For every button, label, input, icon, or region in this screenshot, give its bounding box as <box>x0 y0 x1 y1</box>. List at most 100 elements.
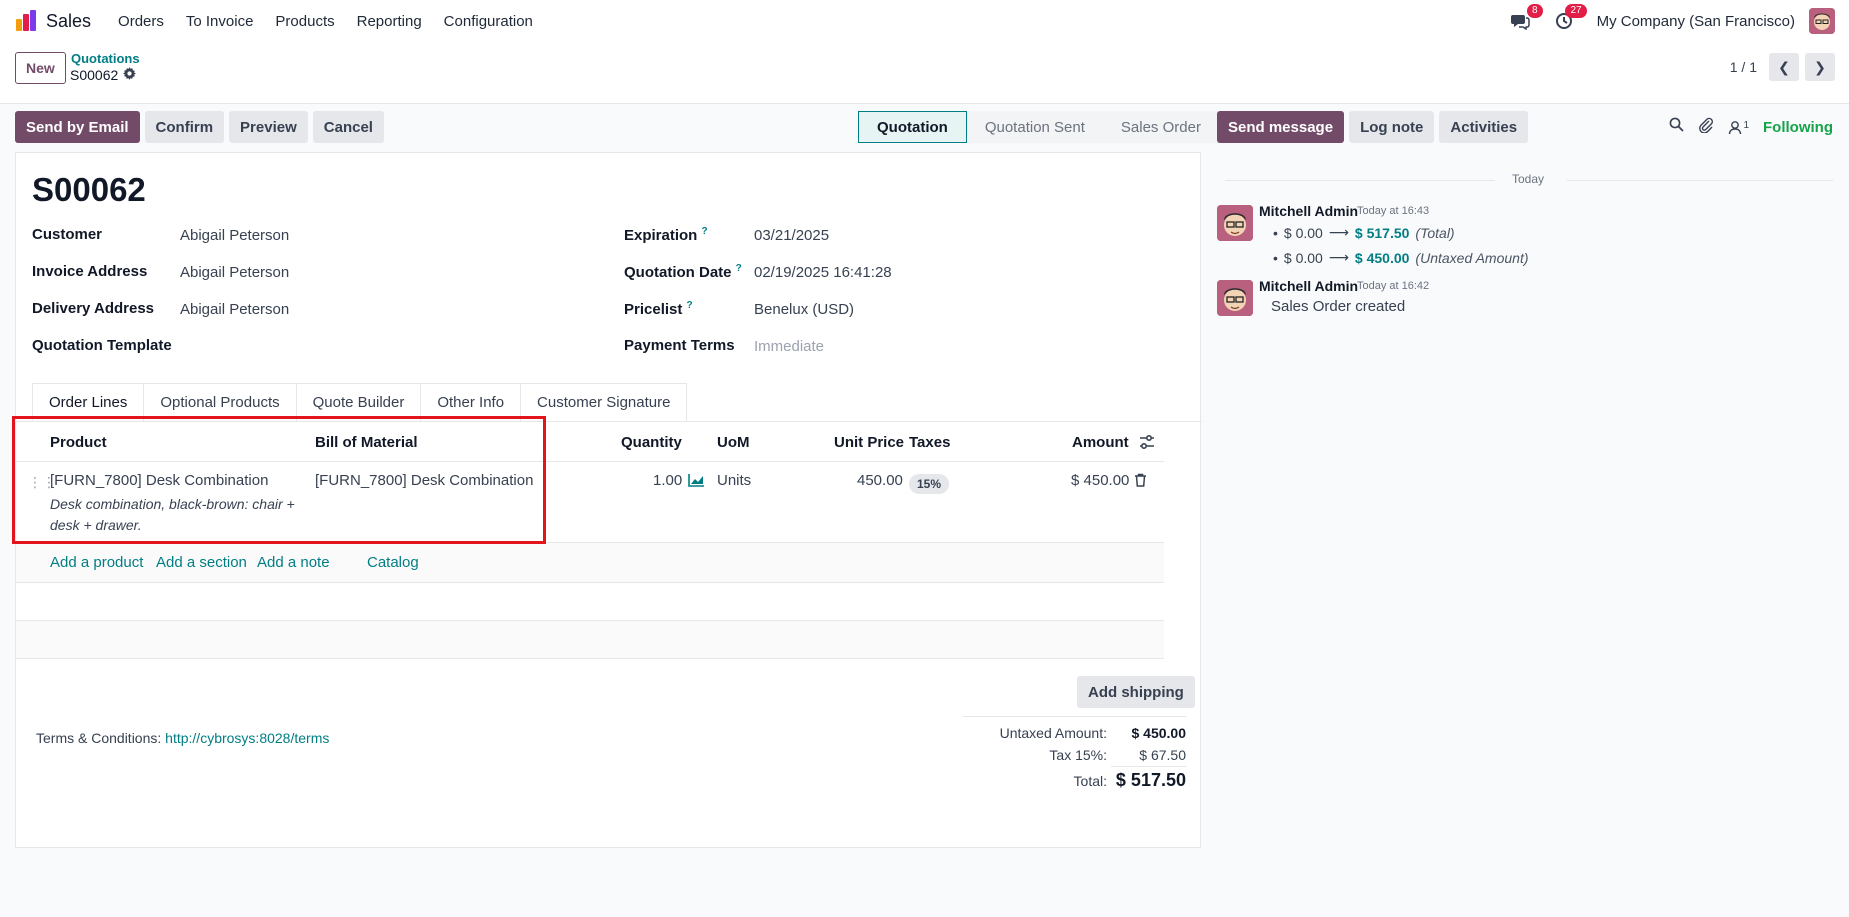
add-product-link[interactable]: Add a product <box>50 554 143 571</box>
quotation-template-field[interactable] <box>180 338 580 356</box>
chatter-actions: Send message Log note Activities <box>1217 111 1529 143</box>
catalog-link[interactable]: Catalog <box>367 554 419 571</box>
arrow-right-icon: ⟶ <box>1328 224 1349 240</box>
total-value: $ 517.50 <box>1115 770 1186 790</box>
form-action-buttons: Send by Email Confirm Preview Cancel <box>15 111 384 143</box>
message-author[interactable]: Mitchell Admin <box>1259 278 1358 294</box>
help-icon[interactable]: ? <box>702 226 708 237</box>
label-customer: Customer <box>32 226 103 243</box>
expiration-field[interactable]: 03/21/2025 <box>754 227 829 244</box>
chevron-left-icon: ❮ <box>1778 58 1790 75</box>
label-quotation-template: Quotation Template <box>32 337 172 354</box>
pager-previous-button[interactable]: ❮ <box>1769 53 1799 81</box>
message-body: Sales Order created <box>1271 298 1406 315</box>
tracking-field-name: (Untaxed Amount) <box>1415 249 1529 266</box>
totals-divider <box>963 716 1186 717</box>
cancel-button[interactable]: Cancel <box>312 111 384 143</box>
stage-sales-order[interactable]: Sales Order <box>1102 111 1219 143</box>
stage-quotation[interactable]: Quotation <box>858 111 967 143</box>
breadcrumb-current: S00062 <box>70 67 137 83</box>
app-name[interactable]: Sales <box>46 11 91 32</box>
delivery-address-field[interactable]: Abigail Peterson <box>180 301 289 318</box>
total-divider <box>1111 766 1186 767</box>
column-uom[interactable]: UoM <box>717 434 750 451</box>
paperclip-icon[interactable] <box>1698 117 1714 138</box>
tax-label: Tax 15%: <box>1049 747 1107 763</box>
stage-quotation-sent[interactable]: Quotation Sent <box>966 111 1103 143</box>
menu-configuration[interactable]: Configuration <box>433 13 544 30</box>
pager-next-button[interactable]: ❯ <box>1805 53 1835 81</box>
search-icon[interactable] <box>1669 117 1685 137</box>
send-by-email-button[interactable]: Send by Email <box>15 111 140 143</box>
breadcrumb-record: S00062 <box>70 67 119 83</box>
help-icon[interactable]: ? <box>687 300 693 311</box>
pager-value[interactable]: 1 / 1 <box>1730 59 1757 75</box>
sales-app-icon[interactable] <box>14 9 38 33</box>
log-note-button[interactable]: Log note <box>1349 111 1435 143</box>
highlight-box <box>12 416 546 544</box>
column-unit-price[interactable]: Unit Price <box>834 434 904 451</box>
terms-and-conditions: Terms & Conditions: http://cybrosys:8028… <box>36 730 329 746</box>
line-tax-badge[interactable]: 15% <box>909 474 950 494</box>
following-button[interactable]: Following <box>1763 119 1833 136</box>
add-line-row: Add a product Add a section Add a note C… <box>16 543 1164 583</box>
label-quotation-date: Quotation Date ? <box>624 263 742 281</box>
company-switcher[interactable]: My Company (San Francisco) <box>1597 13 1795 30</box>
label-expiration: Expiration ? <box>624 226 708 244</box>
untaxed-amount-label: Untaxed Amount: <box>999 725 1107 741</box>
optional-columns-icon[interactable] <box>1138 433 1156 455</box>
terms-link[interactable]: http://cybrosys:8028/terms <box>165 730 329 746</box>
gear-icon[interactable] <box>123 67 137 83</box>
messaging-icon[interactable]: 8 <box>1509 4 1543 32</box>
chatter-message: Mitchell Admin Today at 16:42 Sales Orde… <box>1217 278 1837 324</box>
menu-to-invoice[interactable]: To Invoice <box>175 13 265 30</box>
message-author[interactable]: Mitchell Admin <box>1259 203 1358 219</box>
column-amount[interactable]: Amount <box>1072 434 1129 451</box>
author-avatar[interactable] <box>1217 205 1253 241</box>
menu-products[interactable]: Products <box>264 13 345 30</box>
send-message-button[interactable]: Send message <box>1217 111 1345 143</box>
author-avatar[interactable] <box>1217 280 1253 316</box>
tracking-new-value: $ 517.50 <box>1354 224 1410 241</box>
column-taxes[interactable]: Taxes <box>909 434 950 451</box>
line-quantity[interactable]: 1.00 <box>653 472 682 489</box>
tracking-field-name: (Total) <box>1415 224 1455 241</box>
new-button[interactable]: New <box>15 52 66 84</box>
confirm-button[interactable]: Confirm <box>144 111 225 143</box>
activities-button[interactable]: Activities <box>1439 111 1529 143</box>
column-quantity[interactable]: Quantity <box>621 434 682 451</box>
customer-field[interactable]: Abigail Peterson <box>180 227 289 244</box>
add-shipping-button[interactable]: Add shipping <box>1077 676 1195 708</box>
tracking-old-value: $ 0.00 <box>1283 249 1323 266</box>
control-panel: New Quotations S00062 1 / 1 ❮ ❯ <box>0 42 1849 104</box>
preview-button[interactable]: Preview <box>229 111 308 143</box>
invoice-address-field[interactable]: Abigail Peterson <box>180 264 289 281</box>
payment-terms-field[interactable]: Immediate <box>754 338 824 355</box>
add-section-link[interactable]: Add a section <box>156 554 247 571</box>
empty-row <box>16 583 1164 621</box>
pricelist-field[interactable]: Benelux (USD) <box>754 301 854 318</box>
menu-reporting[interactable]: Reporting <box>346 13 433 30</box>
activity-clock-icon[interactable]: 27 <box>1553 4 1587 32</box>
help-icon[interactable]: ? <box>736 263 742 274</box>
menu-orders[interactable]: Orders <box>107 13 175 30</box>
tracking-value: • $ 0.00 ⟶ $ 517.50 (Total) <box>1273 224 1455 241</box>
add-note-link[interactable]: Add a note <box>257 554 330 571</box>
tracking-value: • $ 0.00 ⟶ $ 450.00 (Untaxed Amount) <box>1273 249 1529 266</box>
label-payment-terms: Payment Terms <box>624 337 735 354</box>
untaxed-amount-value: $ 450.00 <box>1131 725 1187 741</box>
terms-label: Terms & Conditions: <box>36 730 162 746</box>
quotation-date-field[interactable]: 02/19/2025 16:41:28 <box>754 264 892 281</box>
systray: 8 27 My Company (San Francisco) <box>1509 0 1835 42</box>
label-delivery-address: Delivery Address <box>32 300 155 317</box>
line-uom[interactable]: Units <box>717 472 751 489</box>
messages-counter: 8 <box>1527 4 1543 18</box>
followers-icon[interactable]: 1 <box>1728 120 1749 135</box>
user-avatar[interactable] <box>1809 8 1835 34</box>
trash-icon[interactable] <box>1134 473 1147 491</box>
date-label: Today <box>1503 172 1553 186</box>
tracking-old-value: $ 0.00 <box>1283 224 1323 241</box>
line-unit-price[interactable]: 450.00 <box>857 472 903 489</box>
forecast-chart-icon[interactable] <box>688 473 705 491</box>
breadcrumb-quotations[interactable]: Quotations <box>71 51 140 66</box>
